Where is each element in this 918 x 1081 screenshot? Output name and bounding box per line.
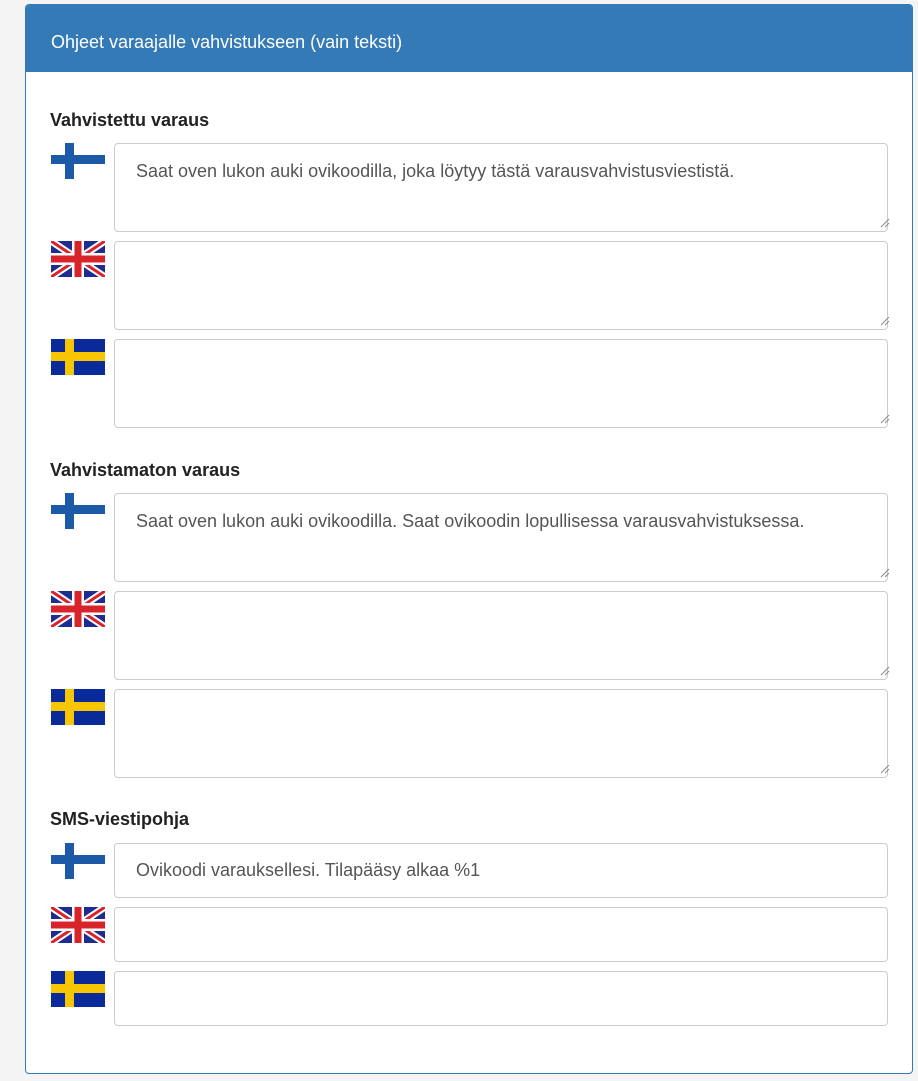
sms-template-sv-input[interactable] — [114, 971, 888, 1026]
section-confirmed-booking: Vahvistettu varaus Saat oven lukon auki … — [50, 110, 890, 428]
language-row-en — [50, 591, 890, 689]
section-title: SMS-viestipohja — [50, 809, 190, 829]
finland-flag-icon — [51, 143, 105, 179]
language-row-fi — [50, 843, 890, 907]
language-row-sv — [50, 971, 890, 1035]
sweden-flag-icon — [51, 971, 105, 1007]
section-title: Vahvistettu varaus — [50, 110, 210, 130]
unconfirmed-text-en-textarea[interactable] — [114, 591, 888, 680]
confirmed-text-fi-textarea[interactable]: Saat oven lukon auki ovikoodilla, joka l… — [114, 143, 888, 232]
language-row-sv — [50, 689, 890, 787]
section-sms-template: SMS-viestipohja — [50, 809, 890, 1026]
language-row-en — [50, 241, 890, 339]
section-title: Vahvistamaton varaus — [50, 460, 241, 480]
language-row-en — [50, 907, 890, 971]
sms-template-en-input[interactable] — [114, 907, 888, 962]
finland-flag-icon — [51, 493, 105, 529]
language-row-sv — [50, 339, 890, 437]
sms-template-fi-input[interactable] — [114, 843, 888, 898]
unconfirmed-text-fi-textarea[interactable]: Saat oven lukon auki ovikoodilla. Saat o… — [114, 493, 888, 582]
sweden-flag-icon — [51, 339, 105, 375]
panel-title: Ohjeet varaajalle vahvistukseen (vain te… — [26, 5, 912, 72]
finland-flag-icon — [51, 843, 105, 879]
language-row-fi: Saat oven lukon auki ovikoodilla, joka l… — [50, 143, 890, 241]
sweden-flag-icon — [51, 689, 105, 725]
language-row-fi: Saat oven lukon auki ovikoodilla. Saat o… — [50, 493, 890, 591]
confirmation-instructions-panel: Ohjeet varaajalle vahvistukseen (vain te… — [25, 4, 913, 1074]
uk-flag-icon — [51, 907, 105, 943]
confirmed-text-en-textarea[interactable] — [114, 241, 888, 330]
uk-flag-icon — [51, 241, 105, 277]
uk-flag-icon — [51, 591, 105, 627]
confirmed-text-sv-textarea[interactable] — [114, 339, 888, 428]
unconfirmed-text-sv-textarea[interactable] — [114, 689, 888, 778]
section-unconfirmed-booking: Vahvistamaton varaus Saat oven lukon auk… — [50, 460, 890, 778]
